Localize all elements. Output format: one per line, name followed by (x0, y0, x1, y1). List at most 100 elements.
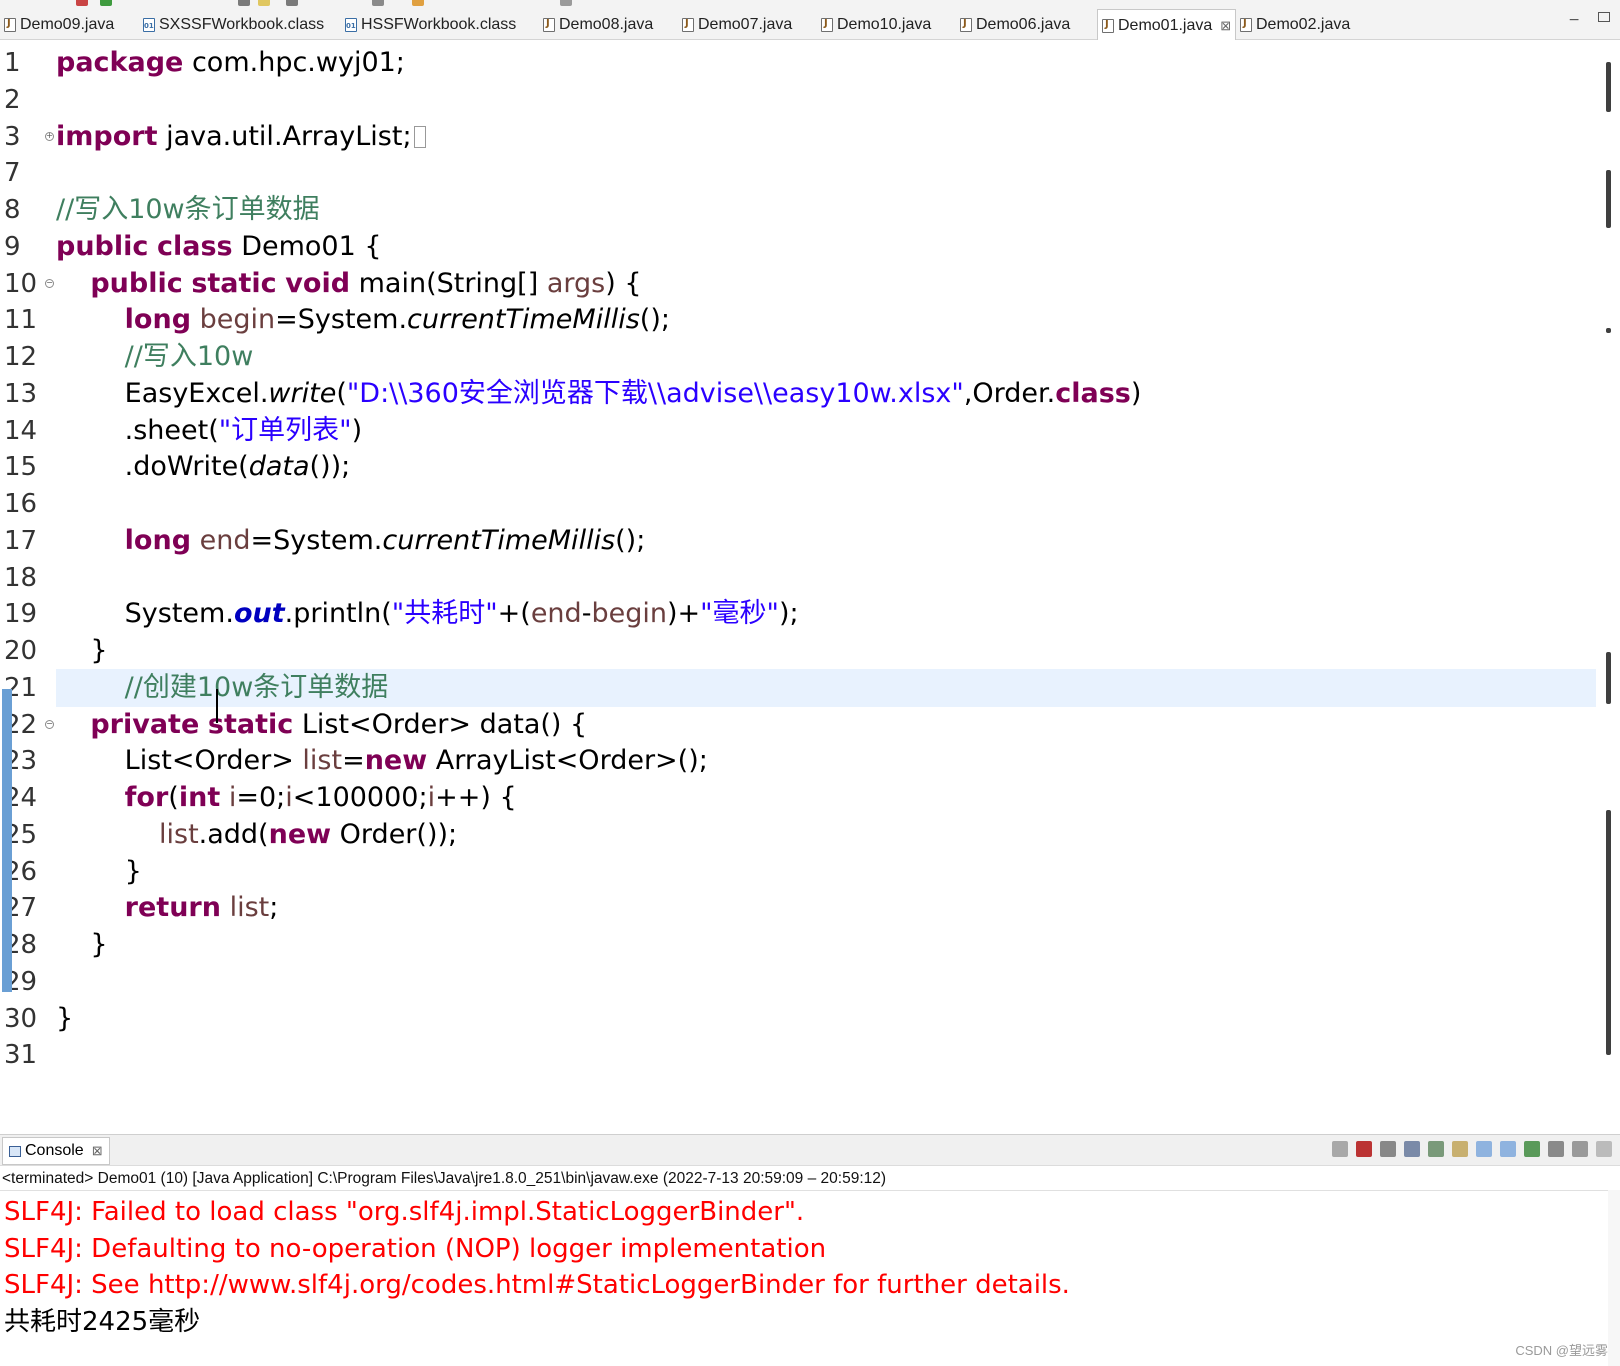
code-line[interactable]: long end=System.currentTimeMillis(); (56, 522, 646, 560)
code-token: "共耗时" (391, 598, 498, 630)
scroll-lock-icon[interactable] (1428, 1141, 1444, 1157)
toolbar-stop-icon[interactable] (76, 0, 88, 6)
code-token: (); (615, 524, 646, 556)
code-token: "毫秒" (700, 598, 779, 630)
tab-hssfworkbook[interactable]: HSSFWorkbook.class (345, 10, 516, 40)
code-line[interactable]: EasyExcel.write("D:\\360安全浏览器下载\\advise\… (56, 375, 1142, 413)
collapsed-imports-icon[interactable] (413, 126, 426, 148)
code-line[interactable]: //写入10w条订单数据 (56, 191, 320, 229)
tab-demo09[interactable]: Demo09.java (4, 10, 114, 40)
toolbar-misc-icon[interactable] (560, 0, 572, 6)
code-line[interactable]: } (56, 926, 107, 964)
tab-demo10[interactable]: Demo10.java (821, 10, 931, 40)
toolbar-open-icon[interactable] (258, 0, 270, 6)
remove-all-icon[interactable] (1380, 1141, 1396, 1157)
code-line[interactable]: .sheet("订单列表") (56, 412, 363, 450)
code-token: public (56, 230, 149, 262)
close-icon[interactable]: ⊠ (1220, 18, 1231, 34)
show-on-stderr-icon[interactable] (1500, 1141, 1516, 1157)
code-line[interactable]: System.out.println("共耗时"+(end-begin)+"毫秒… (56, 595, 799, 633)
view-menu-icon[interactable] (1596, 1141, 1612, 1157)
fold-toggle-icon[interactable]: + (45, 131, 54, 141)
code-token: ,Order. (963, 377, 1056, 409)
code-line[interactable]: for(int i=0;i<100000;i++) { (56, 779, 517, 817)
console-tab[interactable]: Console ⊠ (2, 1137, 110, 1165)
close-icon[interactable]: ⊠ (92, 1143, 103, 1159)
toolbar-forward-icon[interactable] (372, 0, 384, 6)
remove-launch-icon[interactable] (1356, 1141, 1372, 1157)
code-line[interactable]: List<Order> list=new ArrayList<Order>(); (56, 742, 708, 780)
code-line[interactable]: package com.hpc.wyj01; (56, 44, 405, 82)
console-output-line: SLF4J: See http://www.slf4j.org/codes.ht… (4, 1270, 1070, 1300)
console-output-line: SLF4J: Failed to load class "org.slf4j.i… (4, 1197, 805, 1227)
scroll-marker (1606, 328, 1611, 333)
scroll-thumb[interactable] (1606, 810, 1611, 1055)
code-token: static (191, 267, 277, 299)
tab-demo02[interactable]: Demo02.java (1240, 10, 1350, 40)
tab-demo06[interactable]: Demo06.java (960, 10, 1070, 40)
code-token: = (342, 745, 365, 777)
toolbar-edit-icon[interactable] (412, 0, 424, 6)
watermark: CSDN @望远雾 (1515, 1343, 1608, 1358)
code-editor[interactable]: 1 2 3 +7 8 9 10−11 12 13 14 15 16 17 18 19 20 21 22−23 24 2… (0, 40, 1620, 1110)
display-console-icon[interactable] (1548, 1141, 1564, 1157)
code-token: list (159, 818, 199, 850)
code-token: public (90, 267, 183, 299)
vertical-scrollbar[interactable] (1600, 40, 1620, 1110)
main-toolbar (0, 0, 1620, 8)
code-token: +( (497, 598, 531, 630)
code-line[interactable]: //写入10w (56, 338, 254, 376)
line-number: 7 (4, 158, 21, 189)
code-line[interactable]: public static void main(String[] args) { (56, 265, 641, 303)
code-line[interactable]: .doWrite(data()); (56, 448, 351, 486)
maximize-icon[interactable] (1598, 12, 1610, 22)
clear-console-icon[interactable] (1404, 1141, 1420, 1157)
code-line[interactable]: import java.util.ArrayList; (56, 118, 426, 156)
console-scrollbar[interactable] (1608, 1190, 1620, 1366)
code-line[interactable]: } (56, 1000, 73, 1038)
java-file-icon (1102, 18, 1114, 33)
line-number: 2 (4, 84, 21, 115)
console-output[interactable]: SLF4J: Failed to load class "org.slf4j.i… (0, 1190, 1620, 1366)
code-line[interactable]: public class Demo01 { (56, 228, 382, 266)
code-token: ( (336, 377, 347, 409)
line-number: 16 (4, 489, 38, 519)
fold-toggle-icon[interactable]: − (45, 719, 54, 729)
code-line[interactable]: } (56, 853, 142, 891)
toolbar-back-icon[interactable] (286, 0, 298, 6)
code-line[interactable]: } (56, 632, 107, 670)
minimize-icon[interactable]: − (1568, 12, 1580, 28)
code-line[interactable]: //创建10w条订单数据 (56, 668, 1596, 707)
toolbar-run-icon[interactable] (100, 0, 112, 6)
show-on-stdout-icon[interactable] (1476, 1141, 1492, 1157)
word-wrap-icon[interactable] (1452, 1141, 1468, 1157)
code-line[interactable]: list.add(new Order()); (56, 816, 457, 854)
tab-demo01[interactable]: Demo01.java ⊠ (1097, 9, 1237, 41)
code-token: =System. (275, 304, 408, 336)
tab-demo08[interactable]: Demo08.java (543, 10, 653, 40)
line-number: 15 (4, 452, 38, 483)
tab-demo07[interactable]: Demo07.java (682, 10, 792, 40)
pin-console-icon[interactable] (1524, 1141, 1540, 1157)
code-line[interactable]: private static List<Order> data() { (56, 706, 587, 744)
console-toolbar (1332, 1141, 1612, 1157)
line-number: 11 (4, 305, 38, 336)
scroll-marker (1606, 170, 1611, 228)
editor-tab-bar: Demo09.java SXSSFWorkbook.class HSSFWork… (0, 8, 1620, 41)
tab-sxssfworkbook[interactable]: SXSSFWorkbook.class (143, 10, 324, 40)
code-line[interactable]: return list; (56, 889, 279, 927)
terminate-icon[interactable] (1332, 1141, 1348, 1157)
code-line[interactable]: long begin=System.currentTimeMillis(); (56, 301, 670, 339)
open-console-icon[interactable] (1572, 1141, 1588, 1157)
code-area[interactable]: package com.hpc.wyj01; import java.util.A… (56, 40, 1596, 1110)
toolbar-nav-icon[interactable] (238, 0, 250, 6)
fold-toggle-icon[interactable]: − (45, 278, 54, 288)
line-number: 9 (4, 231, 21, 262)
code-token: ( (168, 782, 179, 813)
tab-label: Demo07.java (698, 16, 793, 33)
